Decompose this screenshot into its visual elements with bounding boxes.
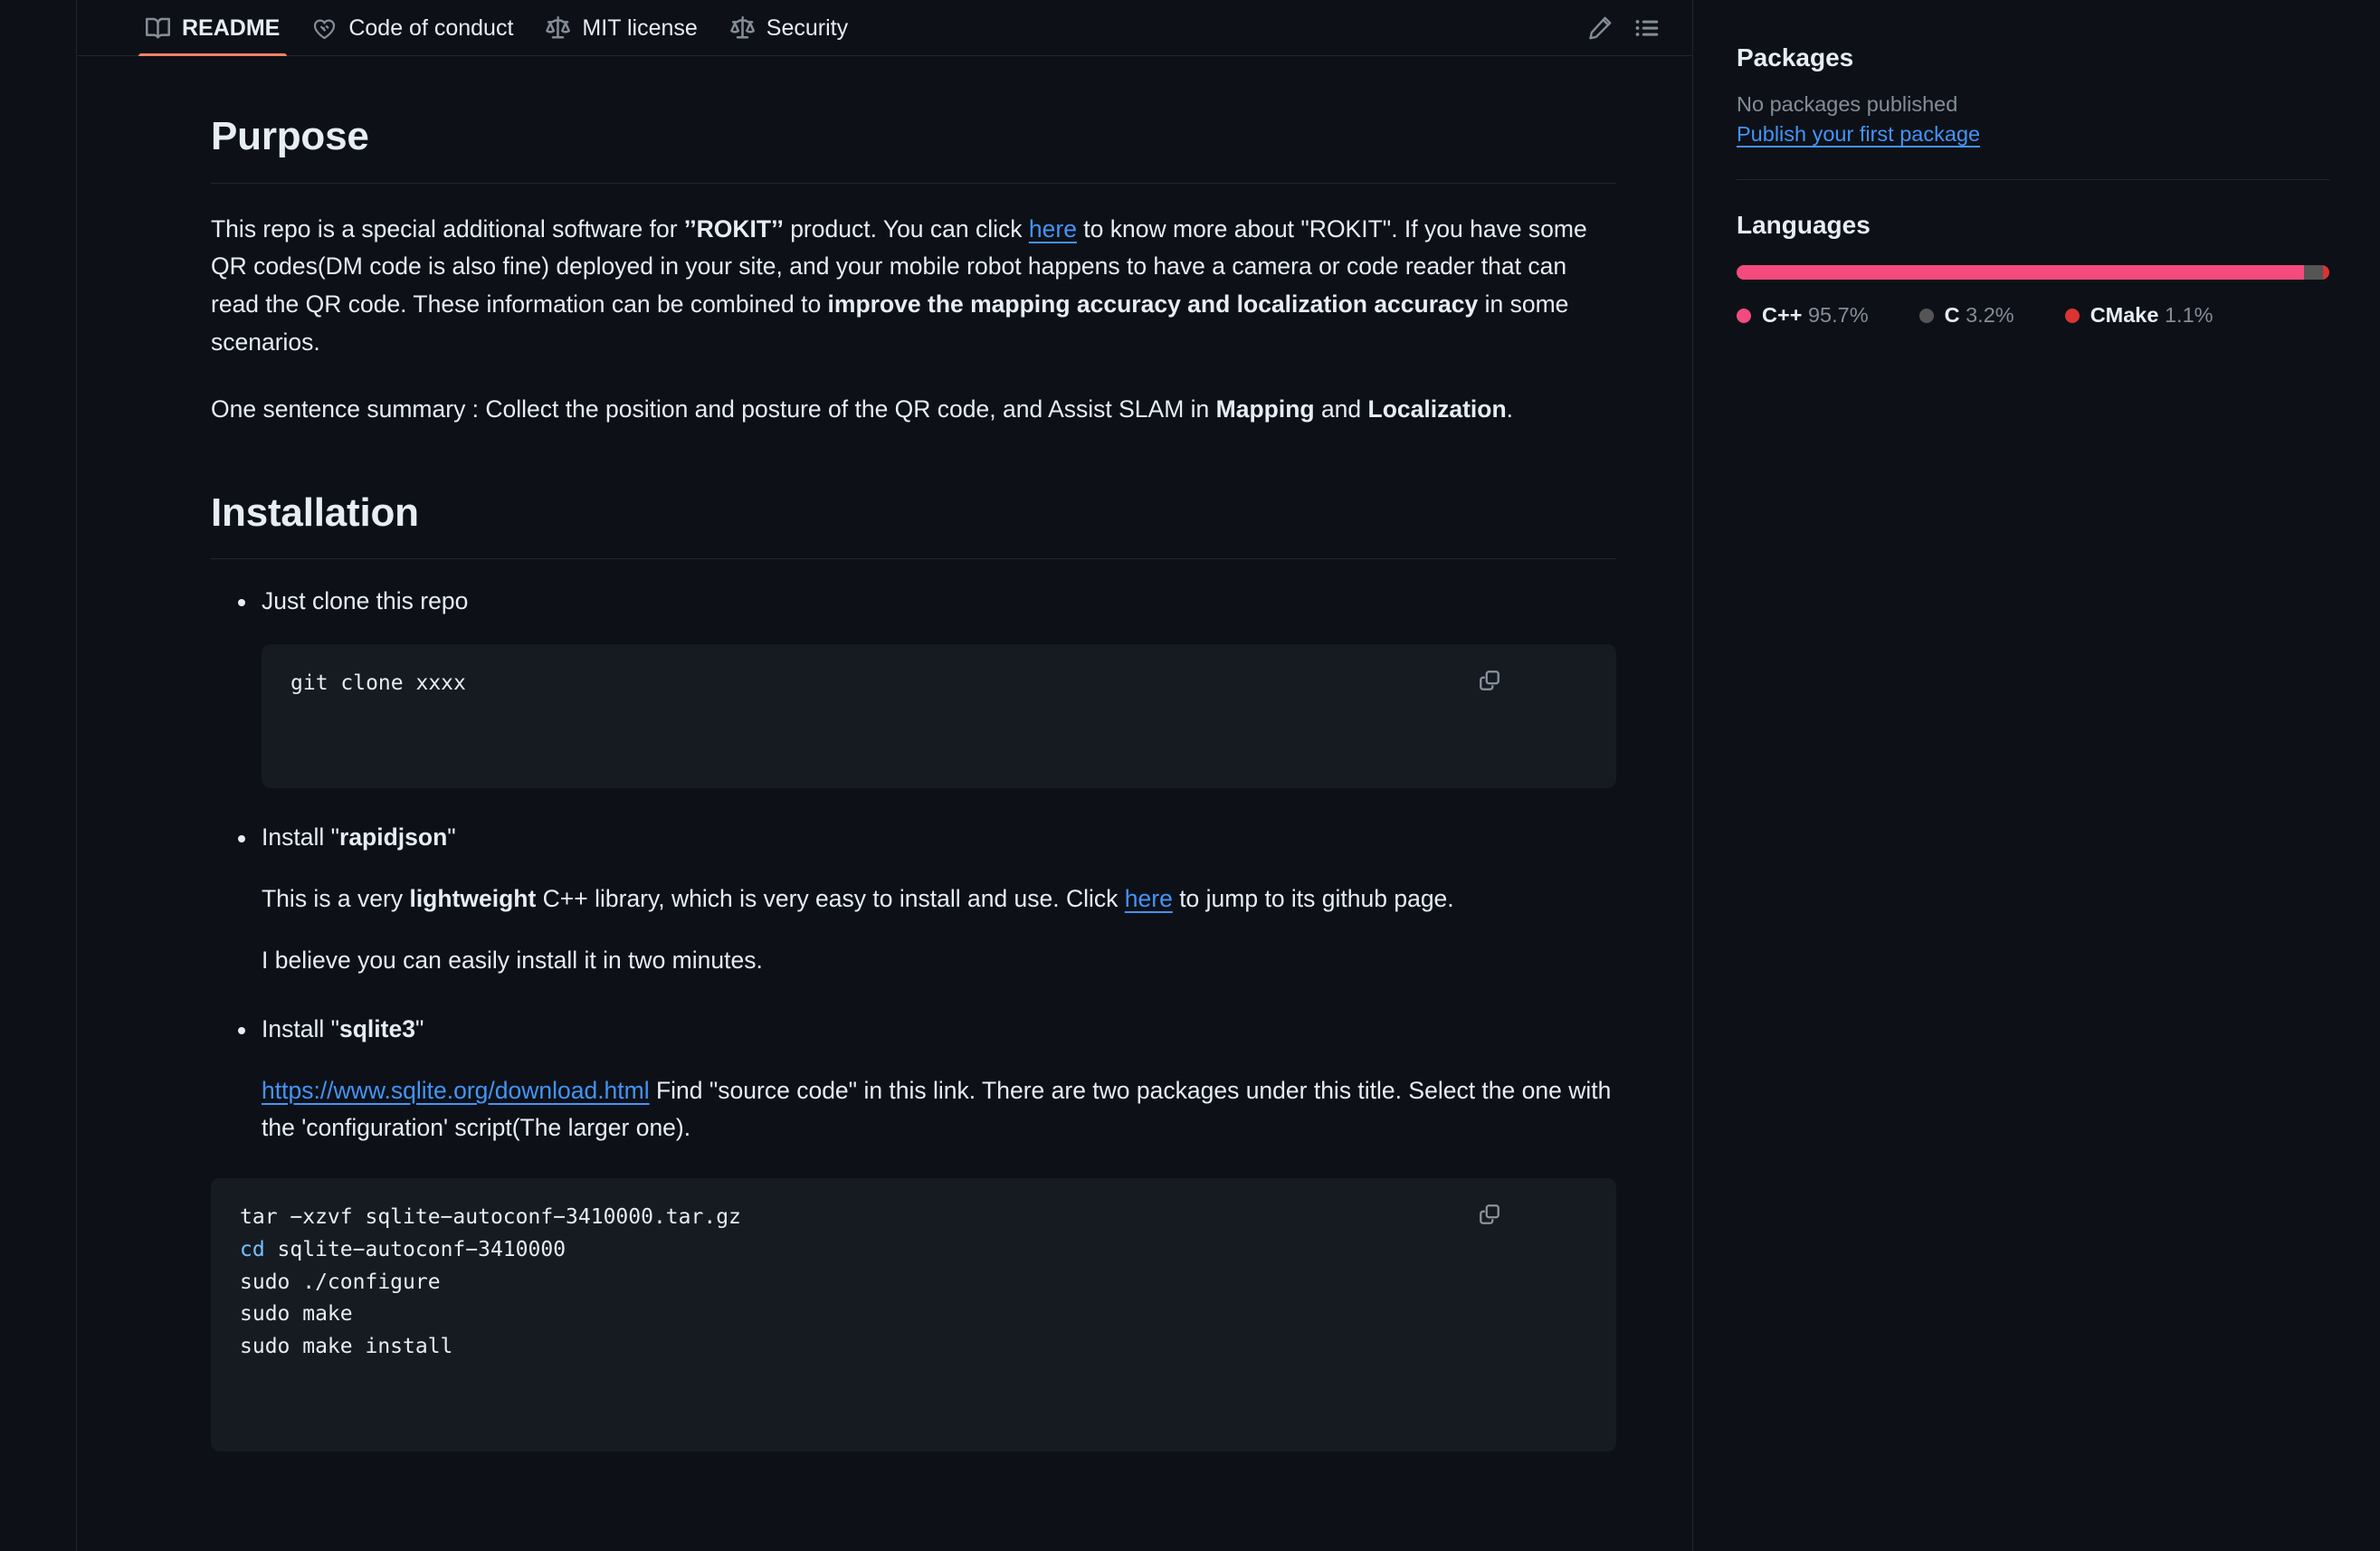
language-bar-segment-cmake	[2322, 265, 2329, 280]
code-sqlite-line-5: sudo make install	[240, 1334, 453, 1358]
purpose-p1-bold: improve the mapping accuracy and localiz…	[827, 290, 1479, 319]
purpose-p2-part-b: and	[1314, 395, 1368, 423]
code-sqlite-line-1: tar −xzvf sqlite−autoconf−3410000.tar.gz	[240, 1205, 741, 1230]
language-item-cpp[interactable]: C++ 95.7%	[1737, 303, 1869, 328]
code-sqlite-keyword-cd: cd	[240, 1237, 265, 1261]
law-scale-icon	[546, 15, 571, 41]
readme-main-column: README Code of conduct MIT license Secur…	[76, 0, 1692, 1551]
language-list: C++ 95.7% C 3.2% CMake 1.1%	[1737, 303, 2329, 346]
packages-section: Packages No packages published Publish y…	[1737, 43, 2329, 147]
purpose-p1-part-a: This repo is a special additional softwa…	[211, 214, 684, 243]
rapidjson-suffix: "	[447, 823, 456, 852]
copy-button[interactable]	[1480, 661, 1598, 700]
copy-icon	[1478, 1178, 1616, 1290]
language-bar-segment-cpp	[1737, 265, 2304, 280]
installation-heading: Installation	[211, 481, 1616, 560]
sqlite3-suffix: "	[414, 1014, 424, 1042]
code-sqlite-line-2-rest: sqlite−autoconf−3410000	[264, 1237, 566, 1261]
readme-page: README Code of conduct MIT license Secur…	[0, 0, 2380, 1551]
language-bar-segment-c	[2303, 265, 2323, 280]
tab-readme-label: README	[182, 14, 281, 41]
tab-security-label: Security	[766, 14, 849, 41]
rapidjson-prefix: Install "	[262, 823, 339, 852]
list-item-clone: Just clone this repo git clone xxxx	[238, 583, 1616, 789]
repo-sidebar: Packages No packages published Publish y…	[1693, 0, 2380, 1551]
purpose-p1-rokit: ’’ROKIT’’	[683, 214, 784, 243]
sqlite-download-link[interactable]: https://www.sqlite.org/download.html	[262, 1077, 650, 1104]
code-git-clone-text: git clone xxxx	[290, 671, 466, 696]
language-label-wrap: C++ 95.7%	[1762, 303, 1869, 328]
languages-heading: Languages	[1737, 211, 1871, 239]
purpose-p2-bold-mapping: Mapping	[1215, 395, 1315, 423]
tab-code-of-conduct-label: Code of conduct	[348, 14, 514, 41]
language-percent: 3.2%	[1966, 303, 2014, 327]
purpose-here-link[interactable]: here	[1029, 215, 1077, 243]
rapidjson-bold: rapidjson	[339, 823, 448, 852]
sqlite3-prefix: Install "	[262, 1014, 339, 1042]
language-percent: 95.7%	[1807, 303, 1869, 327]
purpose-p2-bold-localization: Localization	[1367, 395, 1507, 423]
list-unordered-icon	[1634, 15, 1660, 41]
rapidjson-desc-b: C++ library, which is very easy to insta…	[536, 884, 1125, 912]
language-name: C++	[1762, 303, 1803, 327]
list-item-rapidjson: Install "rapidjson" This is a very light…	[238, 819, 1616, 980]
language-color-dot-icon	[1918, 308, 1934, 323]
copy-icon	[1478, 644, 1616, 756]
law-scale-icon	[730, 15, 755, 41]
tab-mit-license[interactable]: MIT license	[529, 0, 713, 56]
language-item-c[interactable]: C 3.2%	[1918, 303, 2014, 328]
purpose-heading: Purpose	[211, 105, 1616, 184]
languages-section: Languages C++ 95.7% C 3.2% CMake 1.1%	[1737, 211, 2329, 346]
tab-code-of-conduct[interactable]: Code of conduct	[296, 0, 529, 56]
tab-security[interactable]: Security	[714, 0, 864, 56]
code-block-git-clone: git clone xxxx	[262, 644, 1616, 789]
readme-content: Purpose This repo is a special additiona…	[77, 56, 1692, 1451]
tab-mit-license-label: MIT license	[582, 14, 698, 41]
purpose-p1-part-b: product. You can click	[783, 214, 1029, 243]
sqlite3-item-label: Install "sqlite3"	[262, 1011, 1616, 1049]
tab-readme[interactable]: README	[129, 0, 296, 56]
rapidjson-item-label: Install "rapidjson"	[262, 819, 1616, 857]
rapidjson-desc-bold: lightweight	[409, 884, 537, 912]
installation-list: Just clone this repo git clone xxxx Inst…	[211, 583, 1616, 1451]
language-percent: 1.1%	[2164, 303, 2213, 327]
purpose-p2-part-c: .	[1506, 395, 1514, 423]
language-color-dot-icon	[1737, 308, 1751, 323]
sidebar-separator	[1737, 179, 2329, 180]
outline-button[interactable]	[1623, 5, 1671, 52]
sqlite3-bold: sqlite3	[339, 1014, 415, 1042]
purpose-paragraph-1: This repo is a special additional softwa…	[211, 211, 1616, 362]
book-icon	[146, 16, 170, 41]
language-label-wrap: CMake 1.1%	[2090, 303, 2213, 328]
edit-readme-button[interactable]	[1576, 5, 1623, 52]
language-item-cmake[interactable]: CMake 1.1%	[2064, 303, 2213, 328]
purpose-paragraph-2: One sentence summary : Collect the posit…	[211, 391, 1616, 429]
clone-item-label: Just clone this repo	[262, 587, 469, 615]
copy-button[interactable]	[1480, 1194, 1598, 1234]
language-bar	[1737, 265, 2329, 280]
file-tabbar: README Code of conduct MIT license Secur…	[77, 0, 1692, 56]
language-label-wrap: C 3.2%	[1945, 303, 2014, 328]
rapidjson-here-link[interactable]: here	[1125, 885, 1173, 912]
rapidjson-desc-c: to jump to its github page.	[1172, 884, 1454, 912]
code-sqlite-line-3: sudo ./configure	[240, 1270, 441, 1294]
code-sqlite-line-4: sudo make	[240, 1302, 353, 1327]
language-name: CMake	[2090, 303, 2159, 327]
list-item-sqlite3: Install "sqlite3" https://www.sqlite.org…	[211, 1011, 1616, 1451]
language-name: C	[1944, 303, 1960, 327]
rapidjson-note: I believe you can easily install it in t…	[262, 946, 763, 974]
code-block-sqlite-build: tar −xzvf sqlite−autoconf−3410000.tar.gz…	[211, 1178, 1616, 1451]
rapidjson-desc-a: This is a very	[262, 884, 410, 912]
packages-empty-text: No packages published	[1737, 92, 1958, 116]
heart-handshake-icon	[312, 16, 337, 41]
language-color-dot-icon	[2064, 308, 2080, 323]
packages-heading: Packages	[1737, 43, 1854, 71]
publish-first-package-link[interactable]: Publish your first package	[1737, 122, 1980, 147]
rapidjson-description: This is a very lightweight C++ library, …	[262, 880, 1616, 918]
sqlite3-description: https://www.sqlite.org/download.html Fin…	[262, 1072, 1616, 1148]
purpose-p2-part-a: One sentence summary : Collect the posit…	[211, 395, 1216, 423]
pencil-icon	[1587, 15, 1613, 41]
left-gutter	[0, 0, 76, 1551]
